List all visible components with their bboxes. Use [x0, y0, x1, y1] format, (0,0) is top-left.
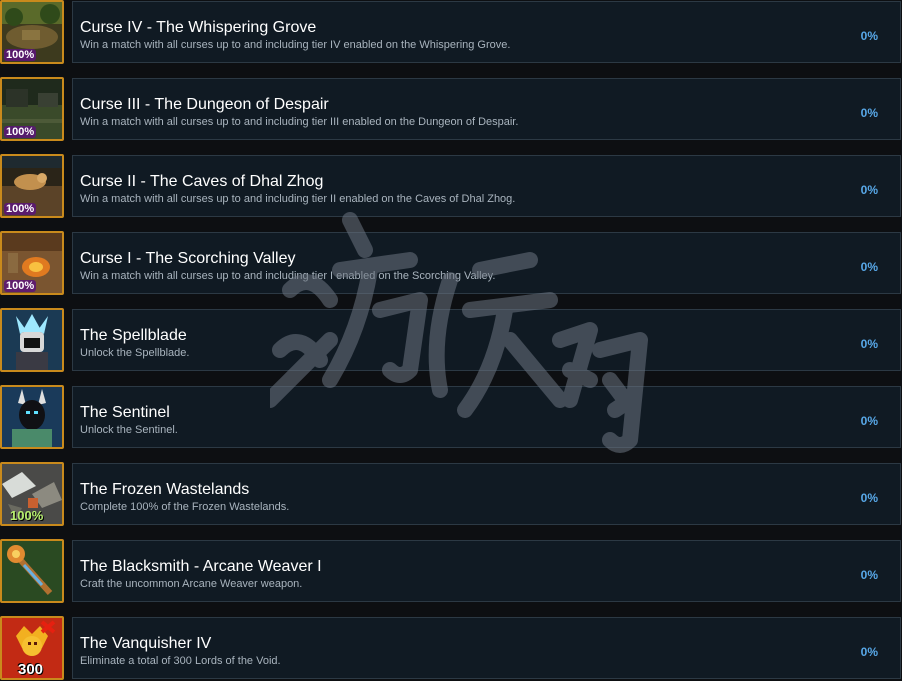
- achievement-title: The Blacksmith - Arcane Weaver I: [80, 558, 322, 575]
- achievement-row[interactable]: 100% The Frozen Wastelands Complete 100%…: [0, 462, 902, 527]
- achievement-title: Curse I - The Scorching Valley: [80, 250, 296, 267]
- arcane-weaver-staff-icon: [0, 539, 64, 603]
- achievement-list: 100% Curse IV - The Whispering Grove Win…: [0, 0, 902, 681]
- unlock-percent: 0%: [860, 645, 878, 659]
- achievement-title: Curse II - The Caves of Dhal Zhog: [80, 173, 324, 190]
- achievement-row[interactable]: 100% Curse III - The Dungeon of Despair …: [0, 77, 902, 142]
- achievement-panel: The Frozen Wastelands Complete 100% of t…: [72, 463, 901, 525]
- achievement-panel: The Vanquisher IV Eliminate a total of 3…: [72, 617, 901, 679]
- achievement-description: Win a match with all curses up to and in…: [80, 39, 511, 51]
- achievement-title: The Spellblade: [80, 327, 187, 344]
- caves-of-dhal-zhog-icon: 100%: [0, 154, 64, 218]
- spellblade-icon: [0, 308, 64, 372]
- unlock-percent: 0%: [860, 29, 878, 43]
- unlock-percent: 0%: [860, 491, 878, 505]
- achievement-panel: The Blacksmith - Arcane Weaver I Craft t…: [72, 540, 901, 602]
- achievement-panel: Curse IV - The Whispering Grove Win a ma…: [72, 1, 901, 63]
- achievement-panel: The Sentinel Unlock the Sentinel. 0%: [72, 386, 901, 448]
- achievement-description: Unlock the Sentinel.: [80, 424, 178, 436]
- achievement-row[interactable]: 100% Curse IV - The Whispering Grove Win…: [0, 0, 902, 65]
- whispering-grove-icon: 100%: [0, 0, 64, 64]
- sentinel-icon: [0, 385, 64, 449]
- completion-badge: 100%: [10, 508, 44, 523]
- achievement-title: The Sentinel: [80, 404, 170, 421]
- achievement-description: Complete 100% of the Frozen Wastelands.: [80, 501, 290, 513]
- achievement-panel: The Spellblade Unlock the Spellblade. 0%: [72, 309, 901, 371]
- achievement-panel: Curse I - The Scorching Valley Win a mat…: [72, 232, 901, 294]
- achievement-row[interactable]: The Sentinel Unlock the Sentinel. 0%: [0, 385, 902, 450]
- achievement-panel: Curse II - The Caves of Dhal Zhog Win a …: [72, 155, 901, 217]
- achievement-description: Win a match with all curses up to and in…: [80, 270, 496, 282]
- achievement-row[interactable]: The Spellblade Unlock the Spellblade. 0%: [0, 308, 902, 373]
- achievement-description: Unlock the Spellblade.: [80, 347, 190, 359]
- achievement-description: Eliminate a total of 300 Lords of the Vo…: [80, 655, 281, 667]
- unlock-percent: 0%: [860, 414, 878, 428]
- achievement-description: Win a match with all curses up to and in…: [80, 116, 519, 128]
- scorching-valley-icon: 100%: [0, 231, 64, 295]
- completion-badge: 100%: [4, 126, 37, 138]
- unlock-percent: 0%: [860, 106, 878, 120]
- unlock-percent: 0%: [860, 568, 878, 582]
- dungeon-of-despair-icon: 100%: [0, 77, 64, 141]
- frozen-wastelands-icon: 100%: [0, 462, 64, 526]
- achievement-title: Curse IV - The Whispering Grove: [80, 19, 317, 36]
- unlock-percent: 0%: [860, 260, 878, 274]
- achievement-row[interactable]: 100% Curse I - The Scorching Valley Win …: [0, 231, 902, 296]
- count-badge: 300: [18, 661, 44, 678]
- achievement-row[interactable]: 100% Curse II - The Caves of Dhal Zhog W…: [0, 154, 902, 219]
- completion-badge: 100%: [4, 203, 37, 215]
- achievement-title: Curse III - The Dungeon of Despair: [80, 96, 329, 113]
- achievement-title: The Vanquisher IV: [80, 635, 212, 652]
- achievement-title: The Frozen Wastelands: [80, 481, 250, 498]
- unlock-percent: 0%: [860, 183, 878, 197]
- vanquisher-skull-icon: 300: [0, 616, 64, 680]
- completion-badge: 100%: [4, 49, 37, 61]
- achievement-description: Craft the uncommon Arcane Weaver weapon.: [80, 578, 303, 590]
- unlock-percent: 0%: [860, 337, 878, 351]
- achievement-row[interactable]: 300 The Vanquisher IV Eliminate a total …: [0, 616, 902, 681]
- achievement-row[interactable]: The Blacksmith - Arcane Weaver I Craft t…: [0, 539, 902, 604]
- completion-badge: 100%: [4, 280, 37, 292]
- achievement-panel: Curse III - The Dungeon of Despair Win a…: [72, 78, 901, 140]
- achievement-description: Win a match with all curses up to and in…: [80, 193, 516, 205]
